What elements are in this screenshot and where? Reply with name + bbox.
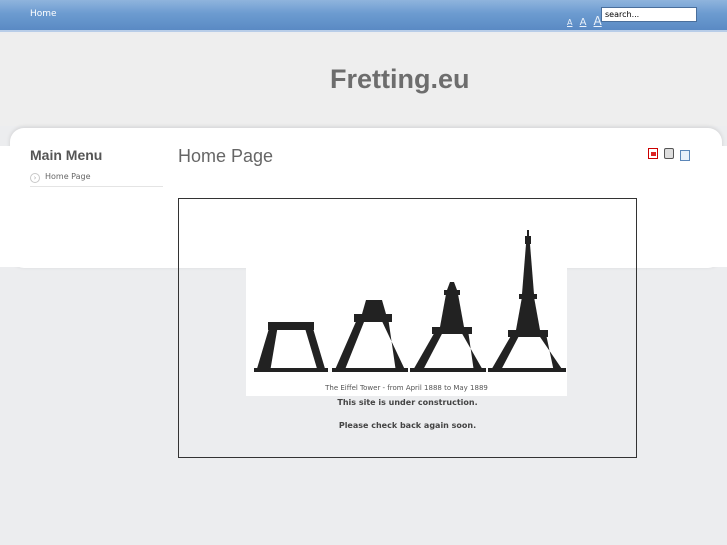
construction-notice: This site is under construction. xyxy=(337,398,478,407)
sidebar-item-label: Home Page xyxy=(45,172,91,181)
top-navigation-bar: Home A A A xyxy=(0,0,727,32)
font-size-small-button[interactable]: A xyxy=(567,18,572,27)
email-icon[interactable] xyxy=(680,150,691,161)
arrow-bullet-icon: › xyxy=(30,173,40,183)
sidebar-item-home-page[interactable]: › Home Page xyxy=(30,170,163,187)
pdf-icon[interactable] xyxy=(648,148,658,159)
font-size-medium-button[interactable]: A xyxy=(580,17,587,28)
search-input[interactable] xyxy=(601,7,697,22)
font-size-switcher: A A A xyxy=(567,10,604,29)
nav-home-link[interactable]: Home xyxy=(30,9,57,19)
eiffel-tower-photo xyxy=(246,222,567,396)
image-caption: The Eiffel Tower - from April 1888 to Ma… xyxy=(325,384,488,392)
check-back-notice: Please check back again soon. xyxy=(338,421,477,430)
main-menu-title: Main Menu xyxy=(30,147,103,163)
article-actions xyxy=(648,148,691,161)
site-title: Fretting.eu xyxy=(330,64,470,94)
eiffel-tower-illustration xyxy=(254,230,566,372)
print-icon[interactable] xyxy=(664,148,675,159)
page-title: Home Page xyxy=(178,146,274,166)
